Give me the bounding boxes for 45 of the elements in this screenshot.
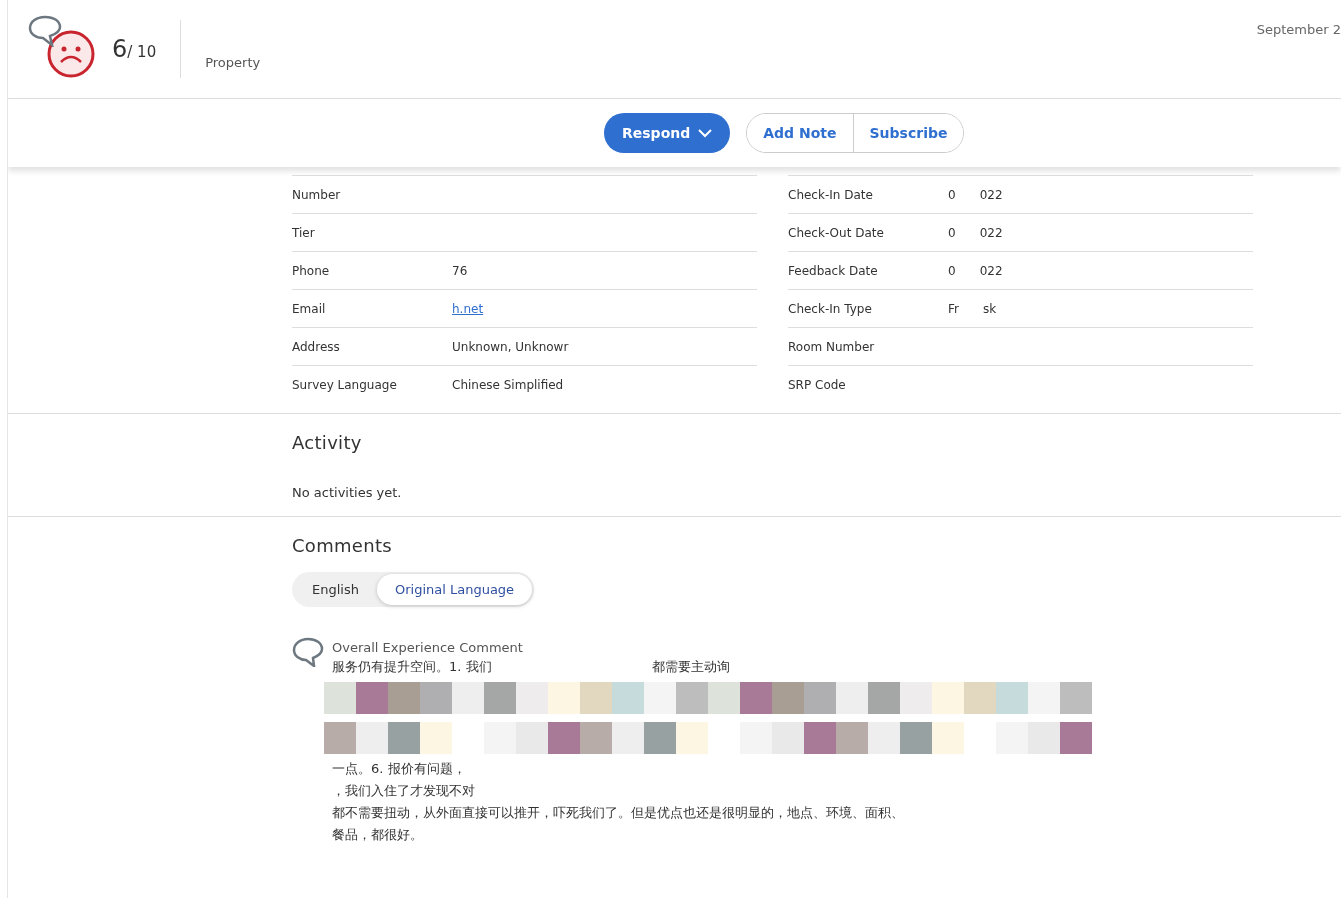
score: 6/ 10: [112, 35, 157, 63]
field-value: sk: [982, 301, 997, 316]
field-value: 76: [452, 263, 468, 278]
comment-text: 餐品，都很好。: [332, 826, 423, 844]
field-value: 0: [948, 263, 956, 278]
field-value: Fr: [948, 301, 959, 316]
email-link[interactable]: h.net: [452, 301, 484, 316]
field-label: Survey Language: [292, 377, 398, 392]
language-tab[interactable]: English: [294, 574, 377, 605]
field-value: Unknown, Unknowr: [452, 339, 569, 354]
field-label: Feedback Date: [788, 263, 879, 278]
field-label: SRP Code: [788, 377, 847, 392]
property-label: Property: [205, 54, 261, 70]
language-tab[interactable]: Original Language: [376, 574, 533, 605]
field-value: 022: [979, 263, 1003, 278]
comment-text: 都不需要扭动，从外面直接可以推开，吓死我们了。但是优点也还是很明显的，地点、环境、面积、: [332, 804, 904, 822]
chevron-down-icon: [698, 128, 713, 138]
action-button[interactable]: Subscribe: [852, 114, 964, 152]
comment-text: 都需要主动询: [651, 658, 730, 676]
comment-text: 一点。6. 报价有问题，: [332, 760, 466, 778]
comment-title: Overall Experience Comment: [332, 640, 523, 655]
speech-bubble-icon: [28, 15, 62, 47]
speech-bubble-icon: [292, 637, 324, 667]
field-label: Check-Out Date: [788, 225, 885, 240]
field-value: 022: [979, 187, 1003, 202]
field-value: 022: [979, 225, 1003, 240]
section-title: Activity: [292, 432, 363, 453]
field-value: Chinese Simplified: [452, 377, 564, 392]
field-value: 0: [948, 225, 956, 240]
field-label: Room Number: [788, 339, 876, 354]
field-value: 0: [948, 187, 956, 202]
field-label: Check-In Date: [788, 187, 874, 202]
section-title: Comments: [292, 535, 393, 556]
field-label: Phone: [292, 263, 331, 278]
field-label: Tier: [292, 225, 316, 240]
date: September 2: [1256, 22, 1341, 37]
field-label: Check-In Type: [788, 301, 873, 316]
field-label: Email: [292, 301, 327, 316]
comment-text: ，我们入住了才发现不对: [332, 782, 475, 800]
field-label: Address: [292, 339, 341, 354]
sad-face-icon: [46, 29, 96, 79]
field-label: Number: [292, 187, 342, 202]
respond-button[interactable]: Respond: [604, 113, 731, 153]
comment-text: 服务仍有提升空间。1. 我们: [332, 658, 492, 676]
empty-message: No activities yet.: [292, 485, 402, 500]
